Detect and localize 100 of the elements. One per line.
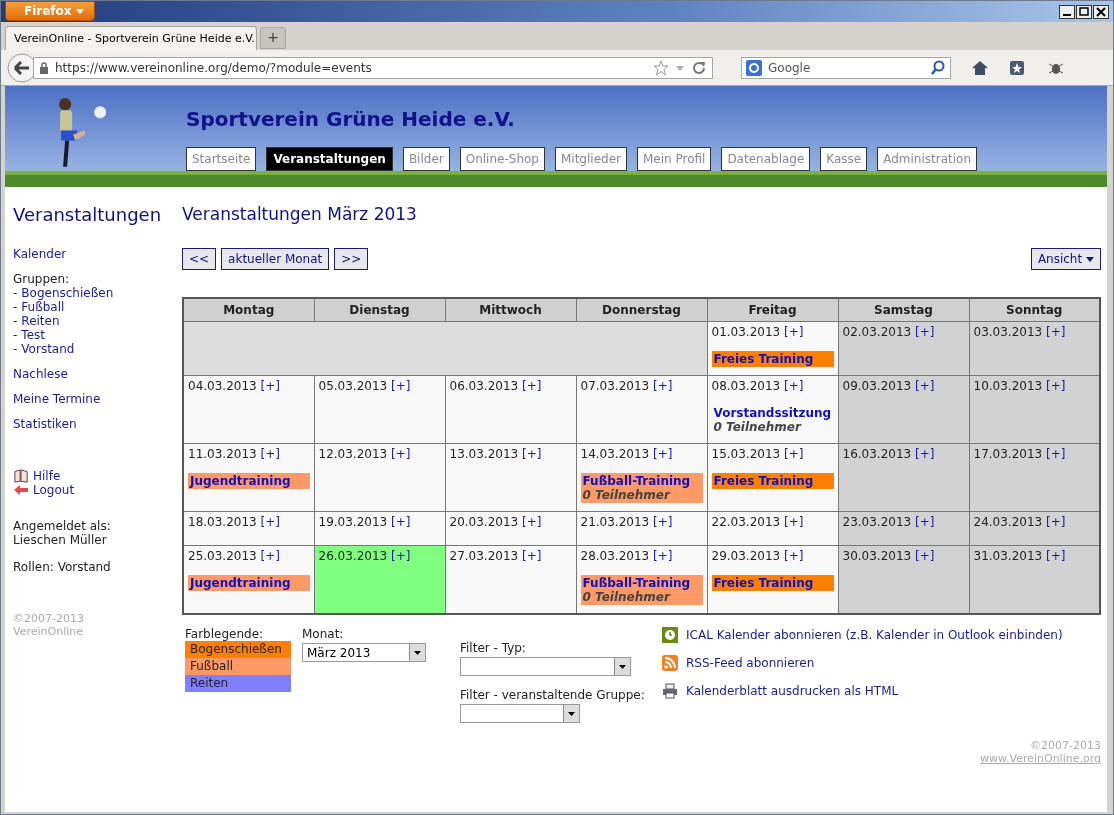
- add-event-link[interactable]: [+]: [1046, 447, 1066, 461]
- add-event-link[interactable]: [+]: [1046, 325, 1066, 339]
- group-link[interactable]: Test: [21, 328, 45, 342]
- group-link[interactable]: Fußball: [21, 300, 65, 314]
- logout-link[interactable]: Logout: [33, 483, 75, 497]
- date-text: 21.03.2013: [580, 515, 650, 529]
- roles-text: Rollen: Vorstand: [13, 560, 112, 574]
- previous-month-button[interactable]: <<: [182, 248, 217, 270]
- event-entry[interactable]: Freies Training: [711, 473, 834, 489]
- event-entry[interactable]: Freies Training: [711, 351, 834, 367]
- add-event-link[interactable]: [+]: [784, 325, 804, 339]
- date-text: 18.03.2013: [188, 515, 257, 529]
- add-event-link[interactable]: [+]: [915, 549, 935, 563]
- weekday-header: Dienstag: [314, 298, 445, 322]
- add-event-link[interactable]: [+]: [260, 549, 280, 563]
- nav-tab[interactable]: Bilder: [402, 147, 450, 171]
- reload-icon[interactable]: [691, 59, 707, 76]
- star-icon[interactable]: [653, 59, 669, 76]
- search-icon[interactable]: [930, 59, 946, 76]
- add-event-link[interactable]: [+]: [522, 447, 542, 461]
- type-filter-label: Filter - Typ:: [460, 641, 527, 655]
- view-button[interactable]: Ansicht: [1030, 248, 1101, 270]
- add-event-link[interactable]: [+]: [653, 549, 673, 563]
- add-event-link[interactable]: [+]: [391, 379, 411, 393]
- add-event-link[interactable]: [+]: [915, 325, 935, 339]
- url-field[interactable]: https://www.vereinonline.org/demo/?module=events: [33, 56, 713, 79]
- add-event-link[interactable]: [+]: [784, 549, 804, 563]
- add-event-link[interactable]: [+]: [1046, 515, 1066, 529]
- add-event-link[interactable]: [+]: [522, 515, 542, 529]
- add-event-link[interactable]: [+]: [522, 379, 542, 393]
- date-text: 04.03.2013: [188, 379, 257, 393]
- home-icon[interactable]: [971, 59, 989, 76]
- event-entry[interactable]: Jugendtraining: [188, 473, 310, 489]
- maximize-icon[interactable]: [1076, 4, 1092, 19]
- nav-tab[interactable]: Mein Profil: [636, 147, 712, 171]
- add-event-link[interactable]: [+]: [915, 515, 935, 529]
- action-link[interactable]: RSS-Feed abonnieren: [686, 656, 815, 670]
- group-filter-select[interactable]: [460, 704, 580, 723]
- close-icon[interactable]: [1093, 4, 1109, 19]
- date-text: 07.03.2013: [580, 379, 650, 393]
- new-tab-button[interactable]: +: [260, 27, 286, 49]
- add-event-link[interactable]: [+]: [653, 379, 673, 393]
- event-entry[interactable]: Fußball-Training 0 Teilnehmer: [580, 473, 703, 503]
- sidebar-link[interactable]: Nachlese: [13, 367, 178, 381]
- event-entry[interactable]: Vorstandssitzung 0 Teilnehmer: [711, 405, 834, 435]
- action-link[interactable]: ICAL Kalender abonnieren (z.B. Kalender in Outlook einbinden): [686, 628, 1063, 642]
- nav-tab[interactable]: Datenablage: [721, 147, 811, 171]
- date-text: 24.03.2013: [973, 515, 1043, 529]
- minimize-icon[interactable]: [1059, 4, 1075, 19]
- rss-icon: [662, 655, 678, 671]
- group-link[interactable]: Bogenschießen: [21, 286, 114, 300]
- dropdown-arrow-icon: [563, 705, 579, 722]
- nav-tab[interactable]: Startseite: [186, 147, 257, 171]
- event-entry[interactable]: Fußball-Training 0 Teilnehmer: [580, 575, 703, 605]
- action-link[interactable]: Kalenderblatt ausdrucken als HTML: [686, 684, 899, 698]
- add-event-link[interactable]: [+]: [1046, 549, 1066, 563]
- type-filter-select[interactable]: [460, 657, 631, 676]
- date-text: 14.03.2013: [580, 447, 650, 461]
- event-entry[interactable]: Freies Training: [711, 575, 834, 591]
- add-event-link[interactable]: [+]: [260, 447, 280, 461]
- date-text: 05.03.2013: [318, 379, 388, 393]
- group-link[interactable]: Vorstand: [21, 342, 75, 356]
- add-event-link[interactable]: [+]: [391, 447, 411, 461]
- sidebar-link[interactable]: Statistiken: [13, 417, 178, 431]
- add-event-link[interactable]: [+]: [522, 549, 542, 563]
- search-field[interactable]: Google: [741, 56, 951, 79]
- add-event-link[interactable]: [+]: [1046, 379, 1066, 393]
- next-month-button[interactable]: >>: [334, 248, 369, 270]
- current-month-button[interactable]: aktueller Monat: [221, 248, 330, 270]
- add-event-link[interactable]: [+]: [391, 549, 411, 563]
- legend-item: Fußball: [185, 658, 291, 675]
- nav-tab[interactable]: Veranstaltungen: [266, 147, 393, 171]
- sidebar-link[interactable]: Meine Termine: [13, 392, 178, 406]
- add-event-link[interactable]: [+]: [260, 515, 280, 529]
- date-text: 20.03.2013: [449, 515, 519, 529]
- date-text: 16.03.2013: [842, 447, 912, 461]
- add-event-link[interactable]: [+]: [915, 447, 935, 461]
- add-event-link[interactable]: [+]: [784, 447, 804, 461]
- add-event-link[interactable]: [+]: [784, 515, 804, 529]
- add-event-link[interactable]: [+]: [915, 379, 935, 393]
- date-text: 13.03.2013: [449, 447, 519, 461]
- nav-tab[interactable]: Mitglieder: [554, 147, 627, 171]
- month-select[interactable]: März 2013: [302, 643, 426, 662]
- add-event-link[interactable]: [+]: [653, 515, 673, 529]
- legend-item: Reiten: [185, 675, 291, 692]
- nav-tab[interactable]: Administration: [877, 147, 978, 171]
- date-text: 08.03.2013: [711, 379, 781, 393]
- add-event-link[interactable]: [+]: [260, 379, 280, 393]
- add-event-link[interactable]: [+]: [653, 447, 673, 461]
- help-link[interactable]: Hilfe: [33, 469, 61, 483]
- bookmarks-icon[interactable]: [1009, 59, 1027, 76]
- nav-tab[interactable]: Online-Shop: [459, 147, 545, 171]
- group-link[interactable]: Reiten: [21, 314, 60, 328]
- site-title: Sportverein Grüne Heide e.V.: [186, 107, 516, 131]
- event-entry[interactable]: Jugendtraining: [188, 575, 310, 591]
- add-event-link[interactable]: [+]: [391, 515, 411, 529]
- add-event-link[interactable]: [+]: [784, 379, 804, 393]
- nav-tab[interactable]: Kasse: [820, 147, 868, 171]
- browser-tab[interactable]: VereinOnline - Sportverein Grüne Heide e.V.: [5, 26, 257, 50]
- calendar-link[interactable]: Kalender: [13, 247, 178, 261]
